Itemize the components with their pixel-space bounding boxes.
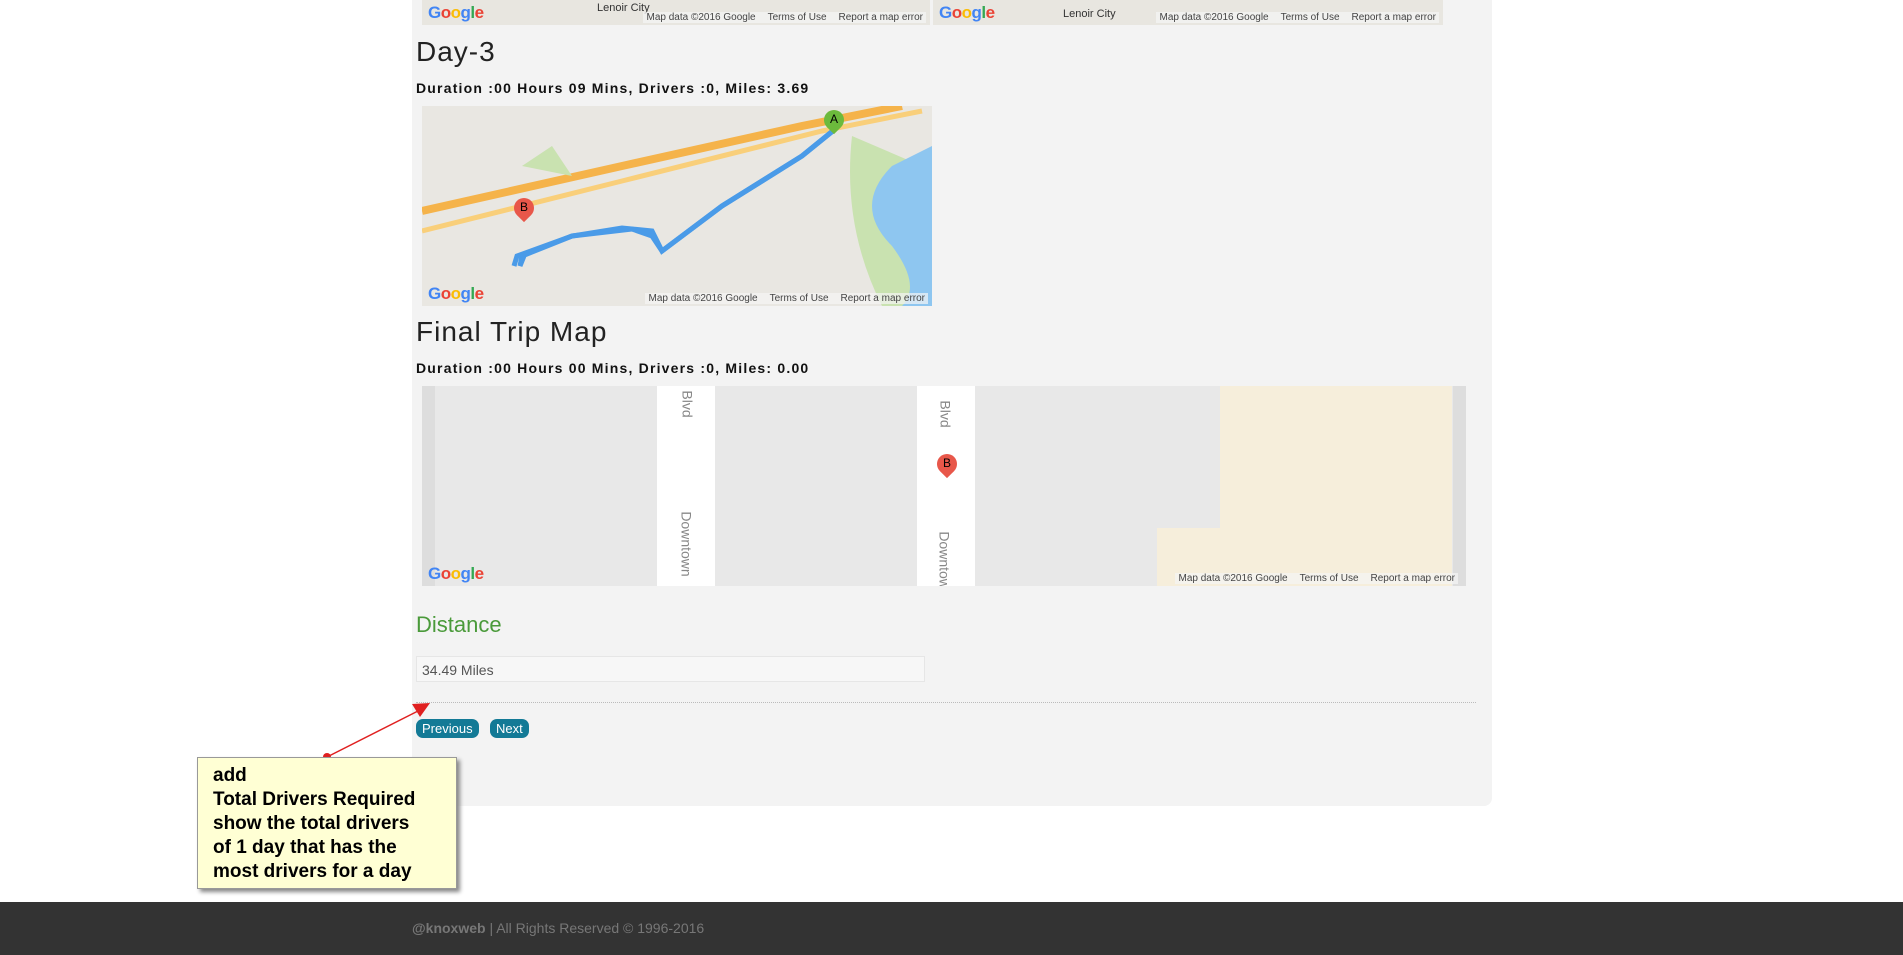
footer-copyright: | All Rights Reserved © 1996-2016 [485,920,705,936]
marker-a-label: A [830,112,839,126]
day2-map-right[interactable]: Google Lenoir City Map data ©2016 Google… [933,0,1443,25]
map-data: Map data ©2016 Google [648,293,758,304]
note-line: Total Drivers Required [213,789,416,810]
map-data: Map data ©2016 Google [1178,573,1288,584]
map-place-label: Lenoir City [597,2,650,14]
note-line: most drivers for a day [213,861,412,882]
google-logo: Google [939,3,995,22]
terms-link[interactable]: Terms of Use [1281,12,1340,23]
report-link[interactable]: Report a map error [1371,573,1455,584]
footer-brand[interactable]: @knoxweb [412,920,486,936]
terms-link[interactable]: Terms of Use [770,293,829,304]
report-link[interactable]: Report a map error [1352,12,1436,23]
map-area [1220,386,1452,586]
report-link[interactable]: Report a map error [839,12,923,23]
map-edge [1453,386,1466,586]
marker-b-label: B [943,456,952,470]
footer: @knoxweb | All Rights Reserved © 1996-20… [0,902,1903,955]
street-label: Downtown [678,511,695,577]
terms-link[interactable]: Terms of Use [1300,573,1359,584]
annotation-note: add Total Drivers Required show the tota… [197,757,457,889]
note-line: of 1 day that has the [213,837,397,858]
terms-link[interactable]: Terms of Use [768,12,827,23]
note-line: add [213,765,247,786]
map-data: Map data ©2016 Google [646,12,756,23]
map-data: Map data ©2016 Google [1159,12,1269,23]
street-label: Downtown [936,531,953,586]
note-line: show the total drivers [213,813,410,834]
map-place-label: Lenoir City [1063,8,1116,20]
annotation-arrow [323,703,430,761]
street-label: Blvd [937,400,954,428]
street-label: Blvd [679,390,696,418]
report-link[interactable]: Report a map error [841,293,925,304]
